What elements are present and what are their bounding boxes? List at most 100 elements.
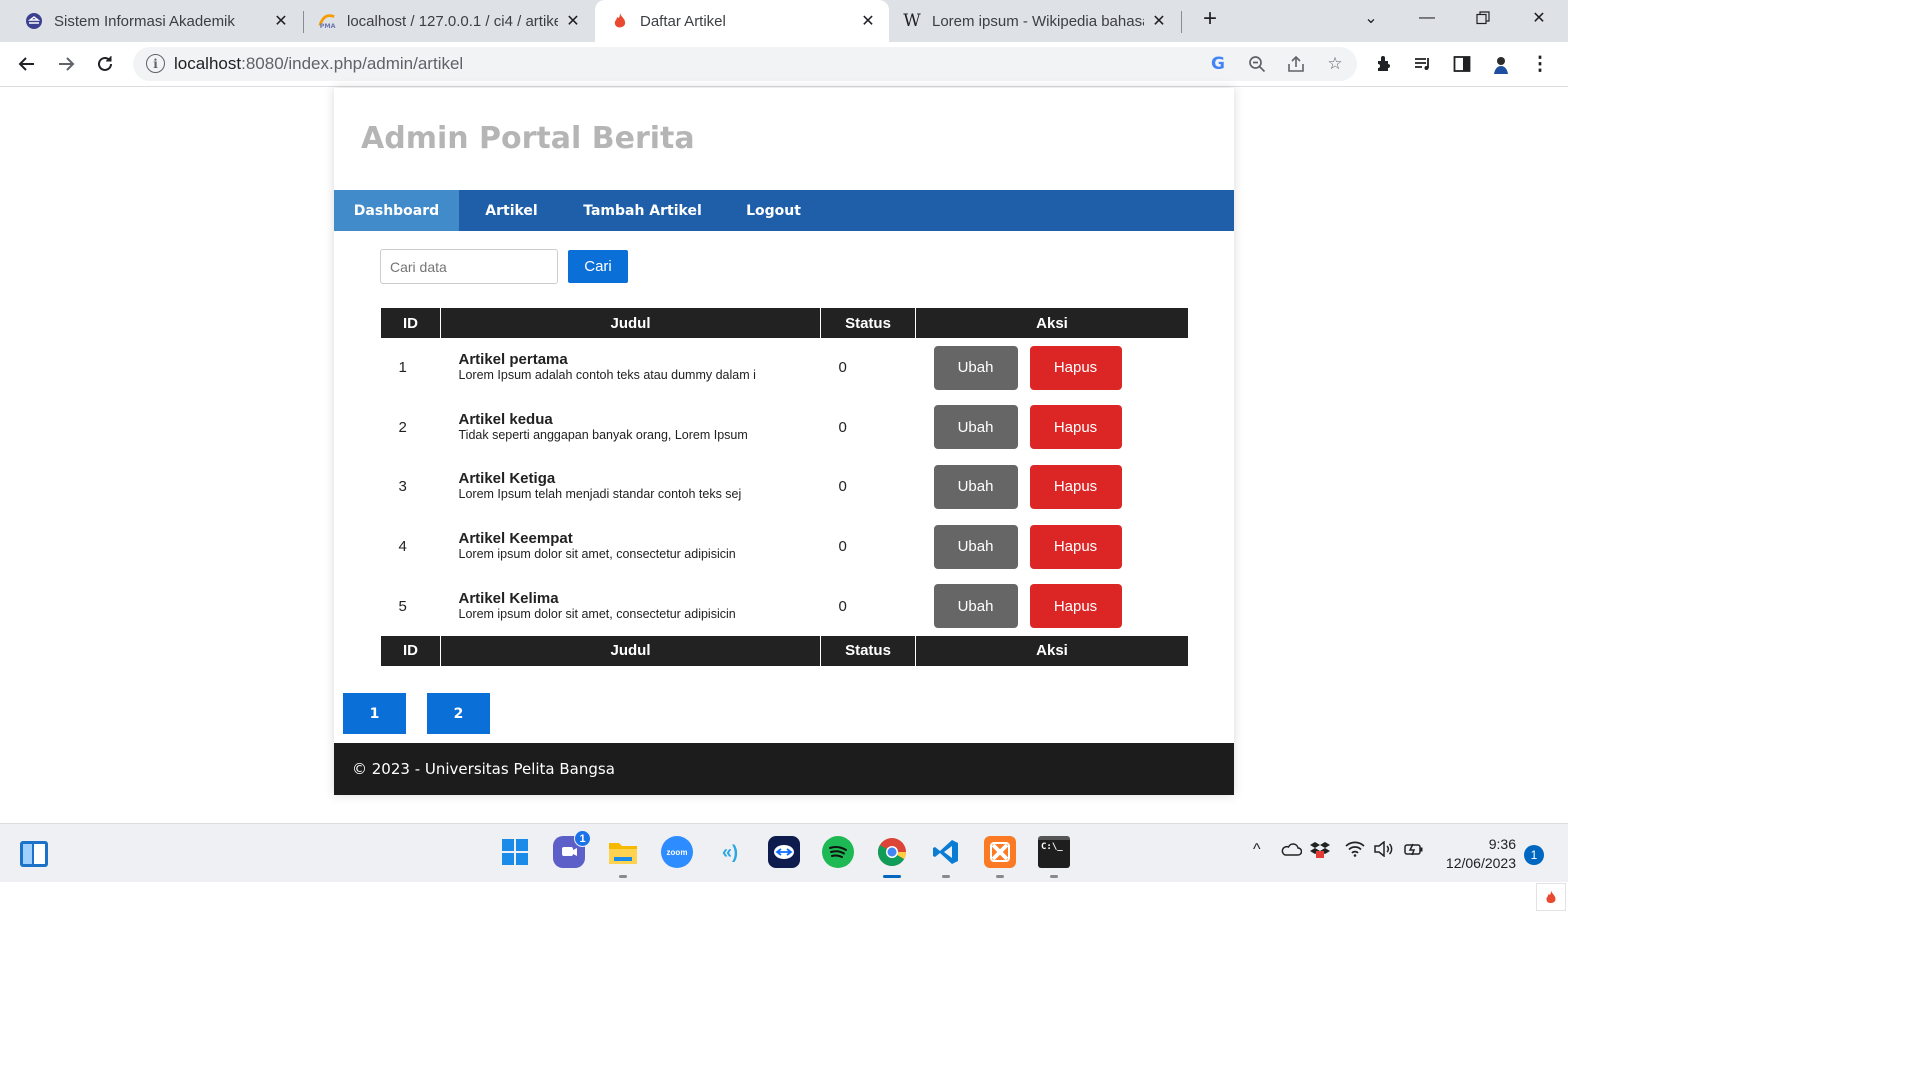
edit-button[interactable]: Ubah: [933, 584, 1018, 629]
delete-button[interactable]: Hapus: [1029, 405, 1122, 450]
nav-logout[interactable]: Logout: [721, 190, 826, 231]
search-input[interactable]: [380, 249, 558, 284]
delete-button[interactable]: Hapus: [1029, 345, 1122, 390]
running-indicator: [883, 875, 901, 878]
spotify-icon[interactable]: [822, 836, 854, 868]
delete-button[interactable]: Hapus: [1029, 464, 1122, 509]
article-excerpt: Lorem Ipsum telah menjadi standar contoh…: [458, 487, 742, 502]
table-footer-row: ID Judul Status Aksi: [380, 635, 1189, 666]
table-row: 4 Artikel Keempat Lorem ipsum dolor sit …: [381, 517, 1189, 577]
file-explorer-icon[interactable]: [607, 836, 639, 878]
notification-badge[interactable]: 1: [1524, 845, 1544, 865]
browser-toolbar: i localhost:8080/index.php/admin/artikel…: [0, 42, 1568, 87]
dropbox-icon[interactable]: [1310, 841, 1330, 864]
pagination-page-1[interactable]: 1: [343, 693, 406, 734]
chrome-menu-icon[interactable]: ⋮: [1528, 52, 1552, 76]
row-id: 3: [398, 478, 407, 496]
system-clock[interactable]: 9:36 12/06/2023: [1430, 835, 1516, 873]
table-row: 5 Artikel Kelima Lorem ipsum dolor sit a…: [381, 576, 1189, 636]
address-bar[interactable]: i localhost:8080/index.php/admin/artikel…: [133, 47, 1357, 81]
zoom-icon[interactable]: [1247, 54, 1267, 74]
windows-taskbar: 1 zoom «) C:\_ ^ 9:36 12/06/2023 1: [0, 823, 1568, 882]
row-judul: Artikel Kelima Lorem ipsum dolor sit ame…: [441, 576, 821, 636]
tab-sistem-informasi[interactable]: Sistem Informasi Akademik ✕: [0, 0, 302, 42]
column-footer-aksi: Aksi: [915, 635, 1189, 666]
nav-artikel[interactable]: Artikel: [459, 190, 564, 231]
widgets-icon[interactable]: [18, 838, 50, 870]
column-header-id: ID: [380, 308, 441, 338]
show-hidden-icons-icon[interactable]: ^: [1253, 841, 1261, 859]
close-tab-icon[interactable]: ✕: [1150, 12, 1168, 30]
zoom-app-icon[interactable]: zoom: [661, 836, 693, 868]
url-path: :8080/index.php/admin/artikel: [241, 54, 464, 73]
university-icon: [25, 12, 43, 30]
tab-phpmyadmin[interactable]: PMA localhost / 127.0.0.1 / ci4 / artike…: [304, 0, 594, 42]
media-queue-icon[interactable]: [1411, 52, 1435, 76]
xampp-icon[interactable]: [984, 836, 1016, 878]
back-icon[interactable]: [14, 51, 40, 77]
minimize-icon[interactable]: —: [1404, 0, 1450, 36]
running-indicator: [619, 875, 627, 878]
reload-icon[interactable]: [92, 51, 118, 77]
phpmyadmin-icon: PMA: [318, 12, 336, 30]
article-title: Artikel Ketiga: [458, 470, 556, 488]
tab-search-icon[interactable]: ⌄: [1348, 0, 1394, 36]
battery-icon[interactable]: [1403, 841, 1425, 862]
tab-title: Daftar Artikel: [640, 12, 726, 30]
terminal-icon[interactable]: C:\_: [1038, 836, 1070, 878]
chrome-icon[interactable]: [876, 836, 908, 878]
article-excerpt: Lorem ipsum dolor sit amet, consectetur …: [458, 606, 736, 621]
close-tab-icon[interactable]: ✕: [272, 12, 290, 30]
site-info-icon[interactable]: i: [146, 54, 165, 73]
url-text[interactable]: localhost:8080/index.php/admin/artikel: [174, 54, 463, 74]
row-actions: Ubah Hapus: [916, 338, 1189, 398]
wifi-icon[interactable]: [1345, 841, 1365, 862]
nav-dashboard[interactable]: Dashboard: [334, 190, 459, 231]
edit-button[interactable]: Ubah: [933, 464, 1018, 509]
row-id: 5: [398, 597, 407, 615]
share-icon[interactable]: [1286, 54, 1306, 74]
pagination-page-2[interactable]: 2: [427, 693, 490, 734]
tab-daftar-artikel[interactable]: Daftar Artikel ✕: [595, 0, 889, 42]
article-title: Artikel kedua: [458, 410, 553, 428]
row-judul: Artikel pertama Lorem Ipsum adalah conto…: [441, 338, 821, 398]
search-button[interactable]: Cari: [568, 250, 628, 283]
tab-wikipedia[interactable]: W Lorem ipsum - Wikipedia bahasa ✕: [890, 0, 1180, 42]
tab-title: Sistem Informasi Akademik: [54, 12, 235, 30]
google-translate-icon[interactable]: G: [1208, 54, 1228, 74]
edit-button[interactable]: Ubah: [933, 524, 1018, 569]
delete-button[interactable]: Hapus: [1029, 524, 1122, 569]
profile-avatar-icon[interactable]: [1489, 52, 1513, 76]
volume-icon[interactable]: [1373, 840, 1393, 862]
column-footer-judul: Judul: [440, 635, 821, 666]
row-actions: Ubah Hapus: [916, 398, 1189, 458]
new-tab-button[interactable]: +: [1198, 7, 1222, 32]
restore-icon[interactable]: [1460, 0, 1506, 36]
close-window-icon[interactable]: ✕: [1516, 0, 1562, 36]
row-status: 0: [838, 418, 847, 436]
close-tab-icon[interactable]: ✕: [859, 12, 877, 30]
flame-icon: [611, 12, 629, 30]
side-panel-icon[interactable]: [1450, 52, 1474, 76]
row-judul: Artikel Keempat Lorem ipsum dolor sit am…: [441, 517, 821, 577]
row-status: 0: [838, 597, 847, 615]
edit-button[interactable]: Ubah: [933, 345, 1018, 390]
bookmark-star-icon[interactable]: ☆: [1325, 54, 1345, 74]
column-header-judul: Judul: [440, 308, 821, 338]
forward-icon[interactable]: [53, 51, 79, 77]
vscode-icon[interactable]: [930, 836, 962, 878]
article-excerpt: Tidak seperti anggapan banyak orang, Lor…: [458, 427, 748, 442]
windows-start-icon[interactable]: [499, 836, 531, 868]
onedrive-icon[interactable]: [1280, 841, 1303, 862]
wikipedia-icon: W: [903, 11, 921, 31]
table-row: 3 Artikel Ketiga Lorem Ipsum telah menja…: [381, 457, 1189, 517]
teamviewer-icon[interactable]: [768, 836, 800, 868]
debug-toolbar-flame-icon[interactable]: [1536, 883, 1566, 911]
dev-app-icon[interactable]: «): [714, 836, 746, 868]
delete-button[interactable]: Hapus: [1029, 584, 1122, 629]
teams-chat-icon[interactable]: 1: [553, 830, 591, 868]
edit-button[interactable]: Ubah: [933, 405, 1018, 450]
nav-tambah-artikel[interactable]: Tambah Artikel: [564, 190, 721, 231]
close-tab-icon[interactable]: ✕: [564, 12, 582, 30]
extensions-icon[interactable]: [1372, 52, 1396, 76]
